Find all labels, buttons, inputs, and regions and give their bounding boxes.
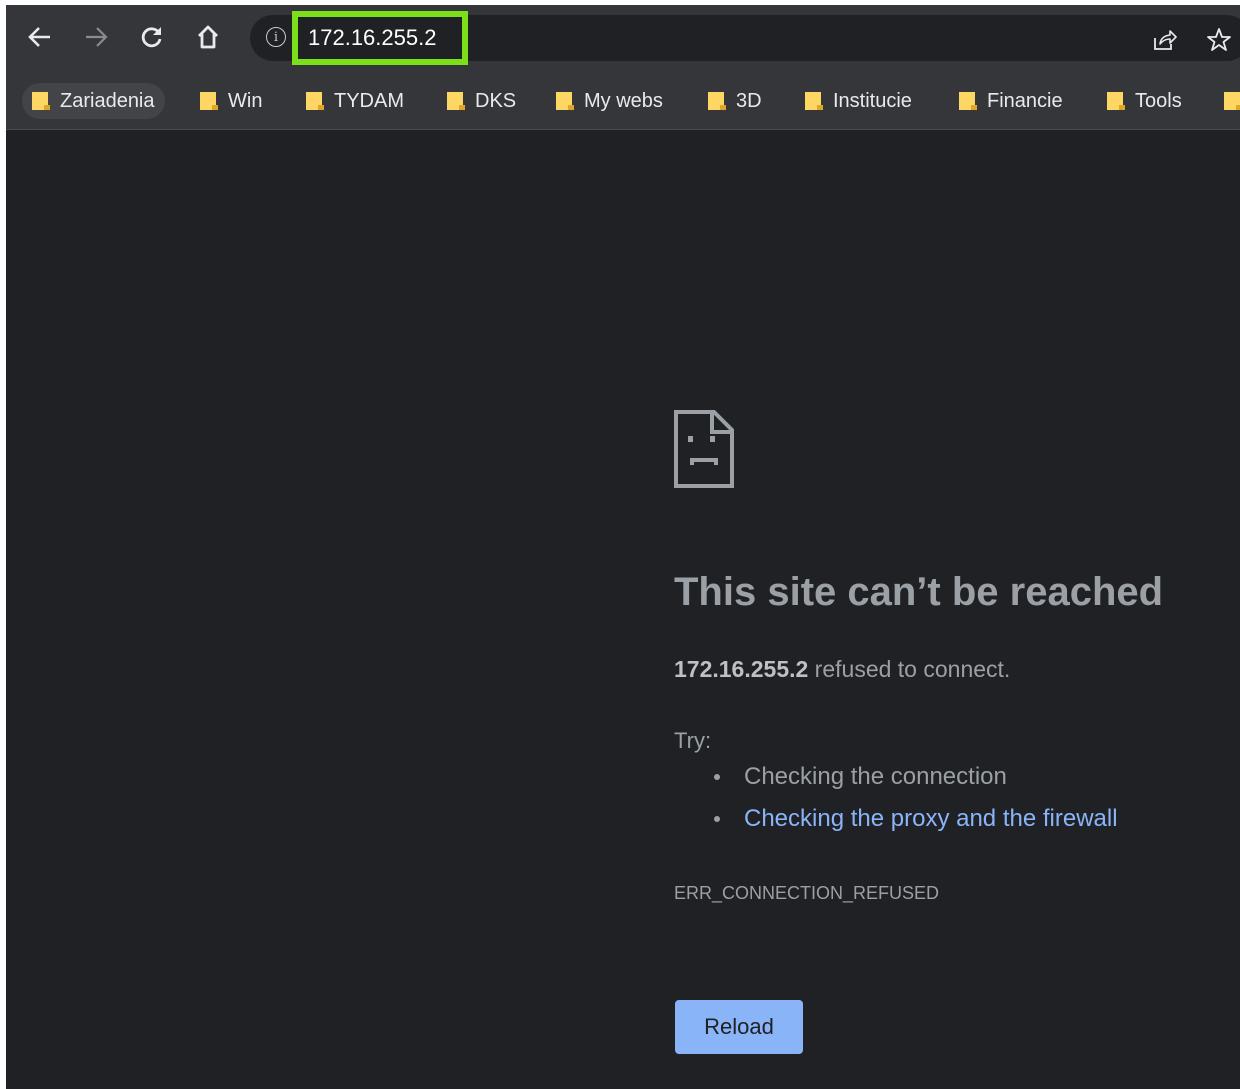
- bookmark-label: TYDAM: [334, 89, 404, 112]
- bookmark-folder-tydam[interactable]: TYDAM: [296, 83, 414, 119]
- folder-icon: [306, 92, 324, 110]
- folder-icon: [200, 92, 218, 110]
- folder-icon: [556, 92, 574, 110]
- folder-icon: [447, 92, 465, 110]
- screenshot-frame: i 172.16.255.2 Zariadenia Win TYDAM DKS …: [0, 0, 1240, 1089]
- bookmark-folder-win[interactable]: Win: [190, 83, 272, 119]
- forward-arrow-icon: [86, 27, 108, 47]
- forward-button[interactable]: [78, 19, 114, 55]
- suggestions-list: Checking the connection Checking the pro…: [714, 763, 1118, 847]
- bookmark-folder-my-webs[interactable]: My webs: [546, 83, 673, 119]
- bookmark-label: Tools: [1135, 89, 1182, 112]
- folder-icon: [959, 92, 977, 110]
- error-code: ERR_CONNECTION_REFUSED: [674, 883, 940, 903]
- error-page: This site can’t be reached 172.16.255.2 …: [6, 130, 1240, 1089]
- reload-page-button[interactable]: Reload: [675, 1000, 803, 1054]
- error-host: 172.16.255.2: [674, 656, 809, 682]
- reload-icon: [141, 27, 162, 48]
- bookmark-folder-dks[interactable]: DKS: [437, 83, 526, 119]
- back-button[interactable]: [22, 19, 58, 55]
- folder-icon: [1107, 92, 1125, 110]
- bookmark-label: Institucie: [833, 89, 912, 112]
- site-info-icon[interactable]: i: [266, 27, 286, 47]
- browser-window: i 172.16.255.2 Zariadenia Win TYDAM DKS …: [6, 5, 1240, 1089]
- url-text[interactable]: 172.16.255.2: [308, 25, 436, 51]
- bookmarks-bar: Zariadenia Win TYDAM DKS My webs 3D Inst…: [6, 73, 1240, 130]
- folder-icon: [805, 92, 823, 110]
- bookmark-label: Win: [228, 89, 263, 112]
- try-label: Try:: [674, 728, 712, 753]
- suggestion-check-proxy-firewall-link[interactable]: Checking the proxy and the firewall: [714, 805, 1118, 847]
- bookmark-label: Zariadenia: [60, 89, 155, 112]
- home-icon: [198, 25, 218, 49]
- bookmark-folder-overflow[interactable]: [1214, 83, 1240, 119]
- reload-button[interactable]: [134, 19, 170, 55]
- home-button[interactable]: [190, 19, 226, 55]
- bookmark-folder-3d[interactable]: 3D: [698, 83, 772, 119]
- bookmark-label: My webs: [584, 89, 663, 112]
- sad-page-icon: [674, 410, 734, 488]
- error-summary: 172.16.255.2 refused to connect.: [674, 656, 1010, 683]
- bookmark-folder-zariadenia[interactable]: Zariadenia: [22, 83, 165, 119]
- folder-icon: [1224, 92, 1240, 110]
- folder-icon: [708, 92, 726, 110]
- error-title: This site can’t be reached: [674, 570, 1164, 614]
- bookmark-folder-tools[interactable]: Tools: [1097, 83, 1192, 119]
- bookmark-folder-financie[interactable]: Financie: [949, 83, 1073, 119]
- folder-icon: [32, 92, 50, 110]
- bookmark-label: DKS: [475, 89, 517, 112]
- suggestion-check-connection: Checking the connection: [714, 763, 1118, 805]
- bookmark-folder-institucie[interactable]: Institucie: [795, 83, 922, 119]
- back-arrow-icon: [28, 27, 50, 47]
- bookmark-label: Financie: [987, 89, 1063, 112]
- bookmark-label: 3D: [736, 89, 762, 112]
- bookmark-star-icon[interactable]: [1204, 27, 1234, 53]
- browser-toolbar: i 172.16.255.2: [6, 5, 1240, 73]
- error-summary-suffix: refused to connect.: [808, 656, 1011, 682]
- share-icon[interactable]: [1149, 27, 1179, 53]
- address-bar[interactable]: i 172.16.255.2: [250, 11, 1240, 65]
